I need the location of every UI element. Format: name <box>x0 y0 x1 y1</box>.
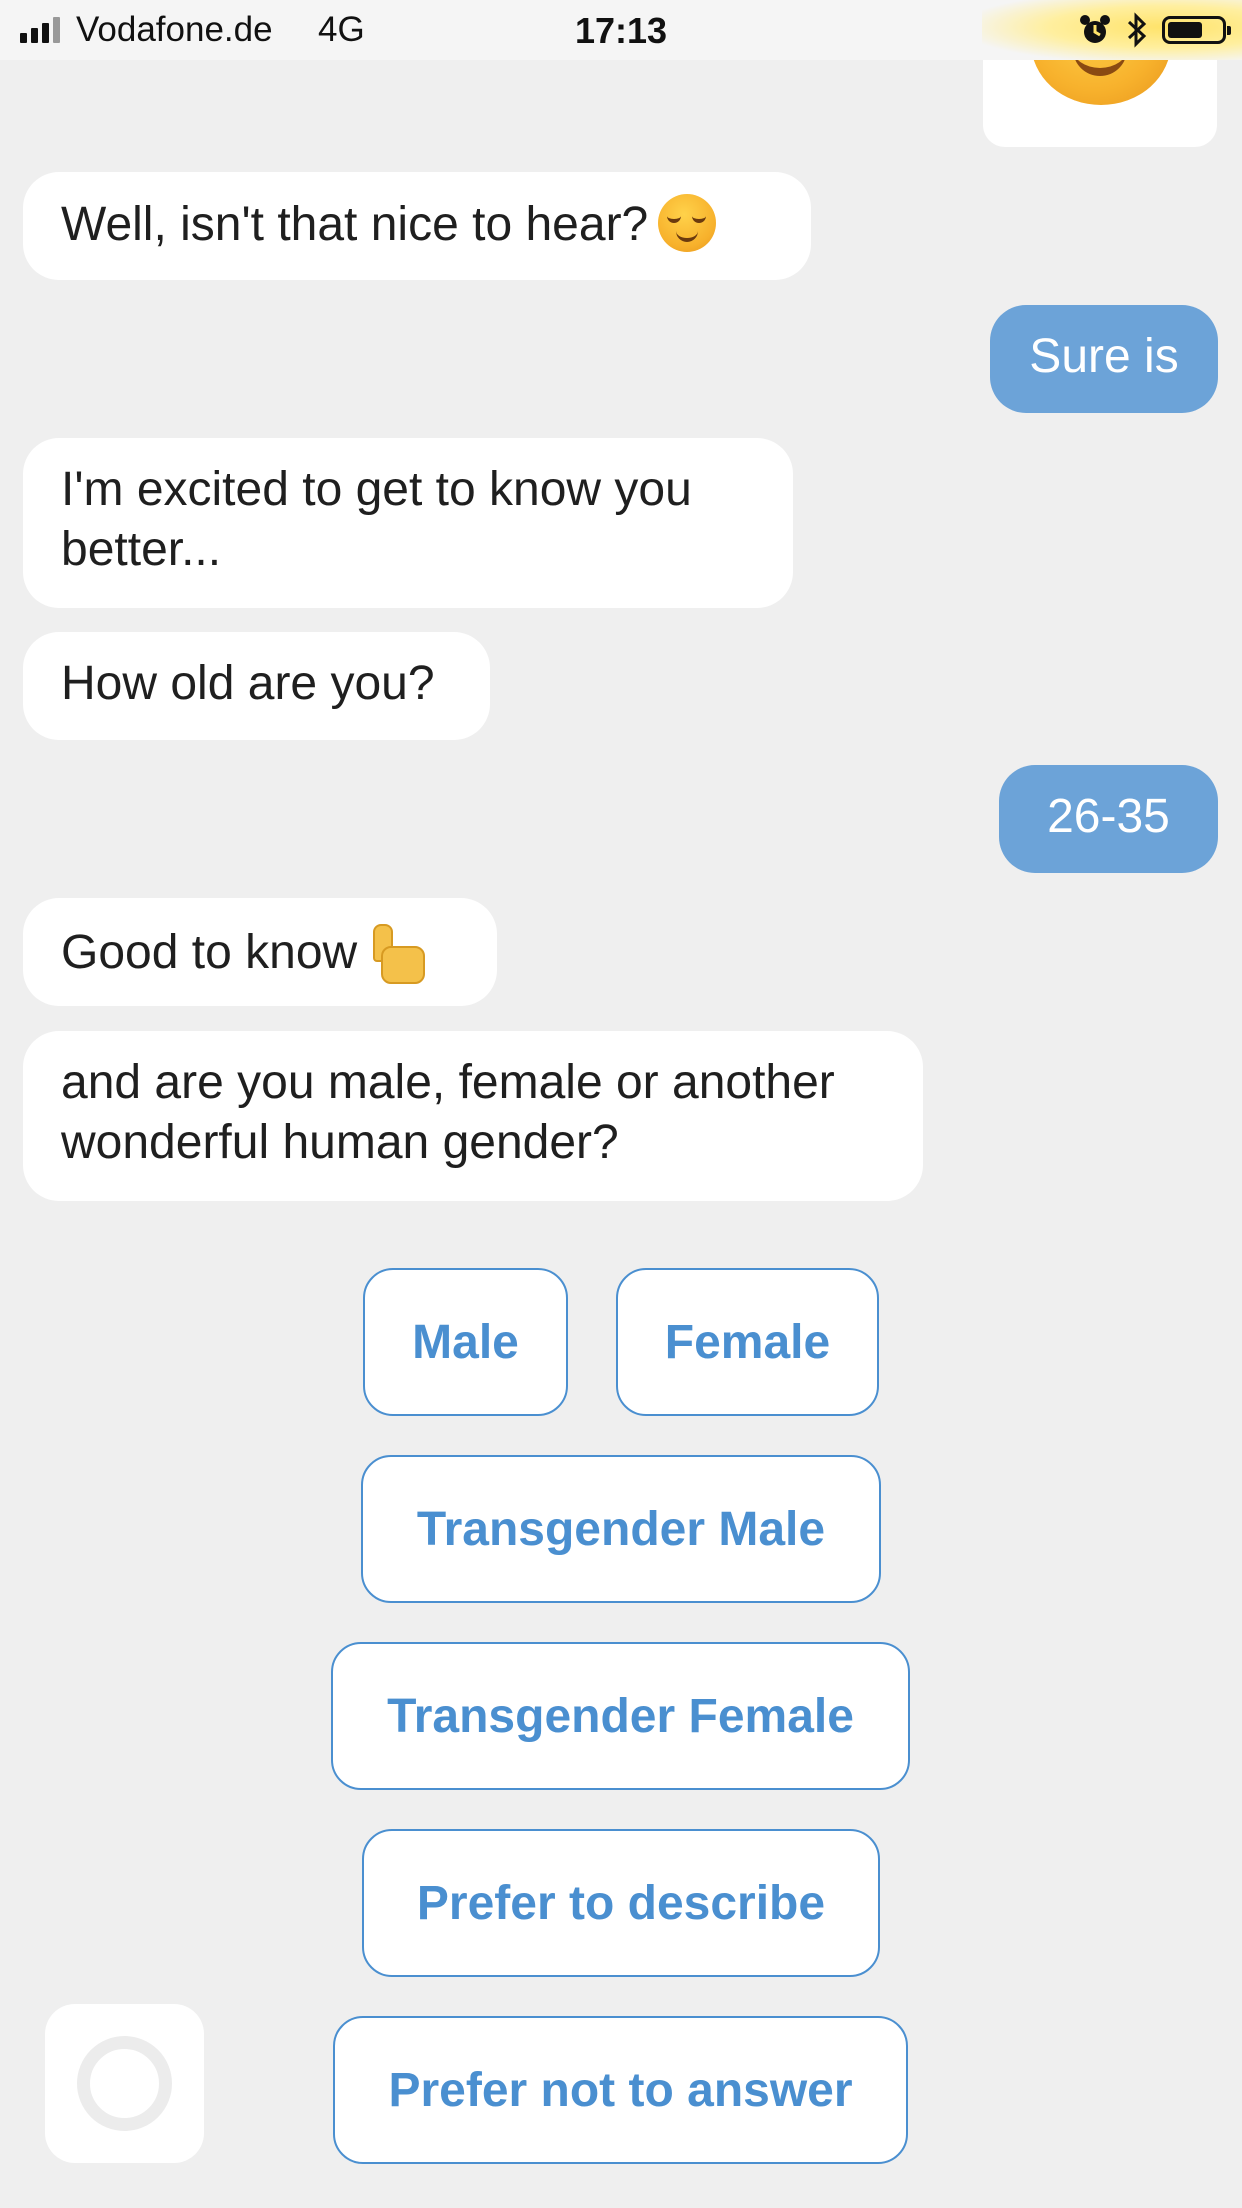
battery-icon <box>1162 16 1231 44</box>
bot-message: and are you male, female or another wond… <box>23 1031 923 1201</box>
user-message: 26-35 <box>999 765 1218 873</box>
bot-message: How old are you? <box>23 632 490 740</box>
bot-message-text: and are you male, female or another wond… <box>61 1056 835 1169</box>
bluetooth-icon <box>1127 12 1147 48</box>
voice-input-button[interactable] <box>45 2004 204 2163</box>
bot-message-text: Well, isn't that nice to hear? <box>61 198 649 251</box>
choice-transgender-male-button[interactable]: Transgender Male <box>361 1455 881 1603</box>
bot-message-text: I'm excited to get to know you better... <box>61 463 692 576</box>
bot-message: I'm excited to get to know you better... <box>23 438 793 608</box>
thumbs-up-emoji <box>367 920 426 984</box>
bot-message-text: How old are you? <box>61 657 435 710</box>
user-message: Sure is <box>990 305 1218 413</box>
choice-prefer-to-describe-button[interactable]: Prefer to describe <box>362 1829 880 1977</box>
status-time: 17:13 <box>574 10 668 51</box>
bot-message-text: Good to know <box>61 926 358 979</box>
user-message-text: Sure is <box>1029 330 1179 383</box>
record-circle-icon <box>77 2036 172 2131</box>
user-message-text: 26-35 <box>1047 790 1170 843</box>
relieved-face-emoji <box>658 194 717 252</box>
alarm-icon <box>1080 15 1110 43</box>
choice-prefer-not-to-answer-button[interactable]: Prefer not to answer <box>333 2016 908 2164</box>
choice-male-button[interactable]: Male <box>363 1268 568 1416</box>
status-icons <box>1078 12 1231 48</box>
choice-female-button[interactable]: Female <box>616 1268 879 1416</box>
bot-message: Well, isn't that nice to hear? <box>23 172 811 280</box>
choice-transgender-female-button[interactable]: Transgender Female <box>331 1642 910 1790</box>
status-bar: Vodafone.de 4G 17:13 <box>0 0 1242 60</box>
bot-message: Good to know <box>23 898 497 1006</box>
